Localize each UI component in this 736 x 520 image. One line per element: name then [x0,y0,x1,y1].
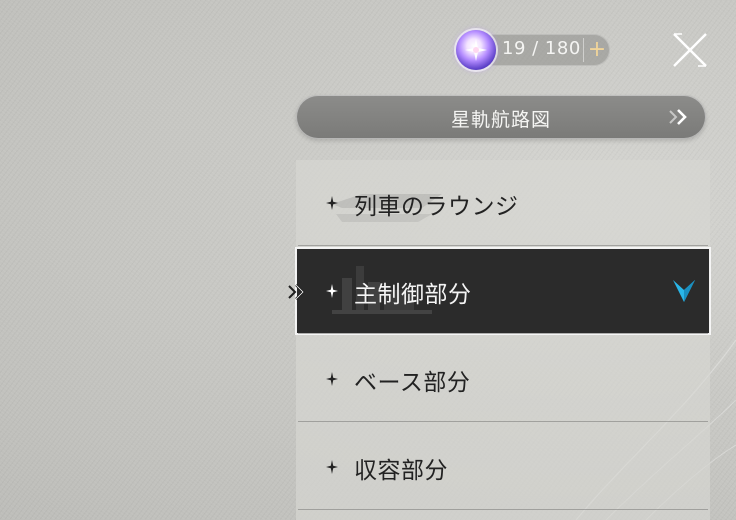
fuel-divider [583,38,584,62]
zone-label: 列車のラウンジ [354,194,519,220]
map-button-label: 星軌航路図 [450,109,551,131]
zone-item-base[interactable]: ベース部分 [296,336,710,422]
sparkle-star-icon [326,196,338,210]
zone-label: 主制御部分 [354,282,472,308]
close-button[interactable] [668,30,712,70]
zone-item-lounge[interactable]: 列車のラウンジ [296,160,710,246]
zone-item-storage[interactable]: 収容部分 [296,424,710,510]
list-divider [298,509,708,510]
sparkle-star-icon [326,372,338,386]
zone-list: 列車のラウンジ 主制御部分 ベース部分 収容部分 [296,160,710,520]
star-rail-map-button[interactable]: 星軌航路図 [296,95,706,139]
sparkle-star-icon [326,460,338,474]
add-fuel-button[interactable]: + [586,34,608,66]
list-divider [298,245,708,246]
selection-arrow-icon [288,284,305,300]
list-divider [298,421,708,422]
close-icon [673,33,707,67]
zone-label: ベース部分 [354,370,471,396]
fuel-count-text: 19 / 180 [502,38,581,59]
zone-label: 収容部分 [354,458,448,484]
list-divider [298,333,708,334]
double-chevron-right-icon [669,109,687,125]
sparkle-star-icon [326,284,338,298]
trailblaze-fuel-icon [456,30,496,70]
zone-item-master-control[interactable]: 主制御部分 [296,248,710,334]
current-location-marker-icon [673,280,695,302]
